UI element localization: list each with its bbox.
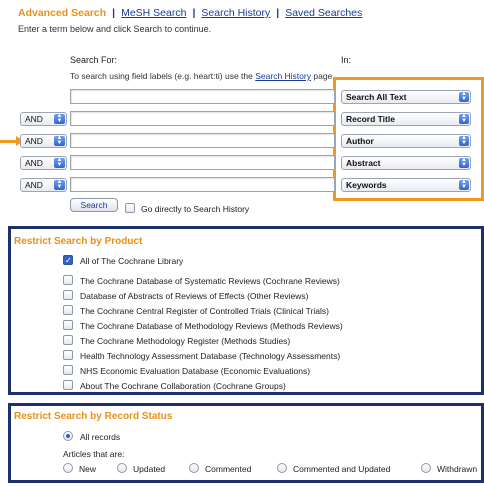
product-label-7: NHS Economic Evaluation Database (Econom…: [80, 366, 311, 376]
field-label-hint: To search using field labels (e.g. heart…: [70, 71, 335, 81]
status-radio-commented-updated[interactable]: [277, 463, 287, 473]
search-term-input-5[interactable]: [70, 177, 335, 192]
boolean-select-4[interactable]: AND ▲ ▼: [20, 156, 67, 170]
product-label-5: The Cochrane Methodology Register (Metho…: [80, 336, 291, 346]
all-records-radio[interactable]: [63, 431, 73, 441]
field-select-1[interactable]: Search All Text ▲ ▼: [341, 90, 471, 104]
product-checkbox-6[interactable]: [63, 350, 73, 360]
all-records-label: All records: [80, 432, 121, 442]
tab-search-history[interactable]: Search History: [201, 7, 270, 19]
chevron-down-icon: ▲ ▼: [459, 157, 469, 168]
boolean-select-2[interactable]: AND ▲ ▼: [20, 112, 67, 126]
go-history-checkbox[interactable]: [125, 203, 135, 213]
product-label-2: Database of Abstracts of Reviews of Effe…: [80, 291, 309, 301]
status-label-withdrawn: Withdrawn: [437, 464, 478, 474]
in-label: In:: [341, 55, 352, 65]
product-checkbox-4[interactable]: [63, 320, 73, 330]
tab-saved-searches[interactable]: Saved Searches: [285, 7, 362, 19]
status-label-updated: Updated: [133, 464, 166, 474]
status-radio-commented[interactable]: [189, 463, 199, 473]
status-panel-title: Restrict Search by Record Status: [14, 411, 173, 422]
tab-advanced-search[interactable]: Advanced Search: [18, 7, 106, 19]
search-button[interactable]: Search: [70, 198, 118, 212]
product-checkbox-8[interactable]: [63, 380, 73, 390]
status-label-commented-updated: Commented and Updated: [293, 464, 391, 474]
search-term-input-3[interactable]: [70, 133, 335, 148]
product-checkbox-7[interactable]: [63, 365, 73, 375]
product-label-3: The Cochrane Central Register of Control…: [80, 306, 329, 316]
go-history-label: Go directly to Search History: [141, 204, 250, 214]
product-checkbox-2[interactable]: [63, 290, 73, 300]
chevron-down-icon: ▲ ▼: [459, 113, 469, 124]
chevron-down-icon: ▲ ▼: [54, 135, 65, 146]
all-library-checkbox[interactable]: [63, 255, 73, 265]
product-checkbox-5[interactable]: [63, 335, 73, 345]
product-label-1: The Cochrane Database of Systematic Revi…: [80, 276, 340, 286]
status-label-new: New: [79, 464, 97, 474]
product-panel-title: Restrict Search by Product: [14, 236, 143, 247]
chevron-down-icon: ▲ ▼: [459, 179, 469, 190]
product-checkbox-1[interactable]: [63, 275, 73, 285]
status-radio-withdrawn[interactable]: [421, 463, 431, 473]
chevron-down-icon: ▲ ▼: [54, 157, 65, 168]
field-select-5[interactable]: Keywords ▲ ▼: [341, 178, 471, 192]
search-for-label: Search For:: [70, 55, 118, 65]
all-library-label: All of The Cochrane Library: [80, 256, 184, 266]
status-radio-new[interactable]: [63, 463, 73, 473]
intro-text: Enter a term below and click Search to c…: [18, 24, 212, 34]
product-label-8: About The Cochrane Collaboration (Cochra…: [80, 381, 286, 391]
status-label-commented: Commented: [205, 464, 252, 474]
search-term-input-2[interactable]: [70, 111, 335, 126]
field-select-4[interactable]: Abstract ▲ ▼: [341, 156, 471, 170]
product-label-6: Health Technology Assessment Database (T…: [80, 351, 341, 361]
top-nav: Advanced Search | MeSH Search | Search Histo…: [18, 7, 363, 19]
product-label-4: The Cochrane Database of Methodology Rev…: [80, 321, 343, 331]
product-checkbox-3[interactable]: [63, 305, 73, 315]
boolean-select-3[interactable]: AND ▲ ▼: [20, 134, 67, 148]
chevron-down-icon: ▲ ▼: [54, 179, 65, 190]
chevron-down-icon: ▲ ▼: [459, 91, 469, 102]
field-select-3[interactable]: Author ▲ ▼: [341, 134, 471, 148]
search-history-link[interactable]: Search History: [255, 71, 311, 81]
field-select-2[interactable]: Record Title ▲ ▼: [341, 112, 471, 126]
tab-mesh-search[interactable]: MeSH Search: [121, 7, 186, 19]
search-term-input-1[interactable]: [70, 89, 335, 104]
status-radio-updated[interactable]: [117, 463, 127, 473]
boolean-select-5[interactable]: AND ▲ ▼: [20, 178, 67, 192]
search-term-input-4[interactable]: [70, 155, 335, 170]
chevron-down-icon: ▲ ▼: [54, 113, 65, 124]
articles-that-are-label: Articles that are:: [63, 449, 125, 459]
chevron-down-icon: ▲ ▼: [459, 135, 469, 146]
